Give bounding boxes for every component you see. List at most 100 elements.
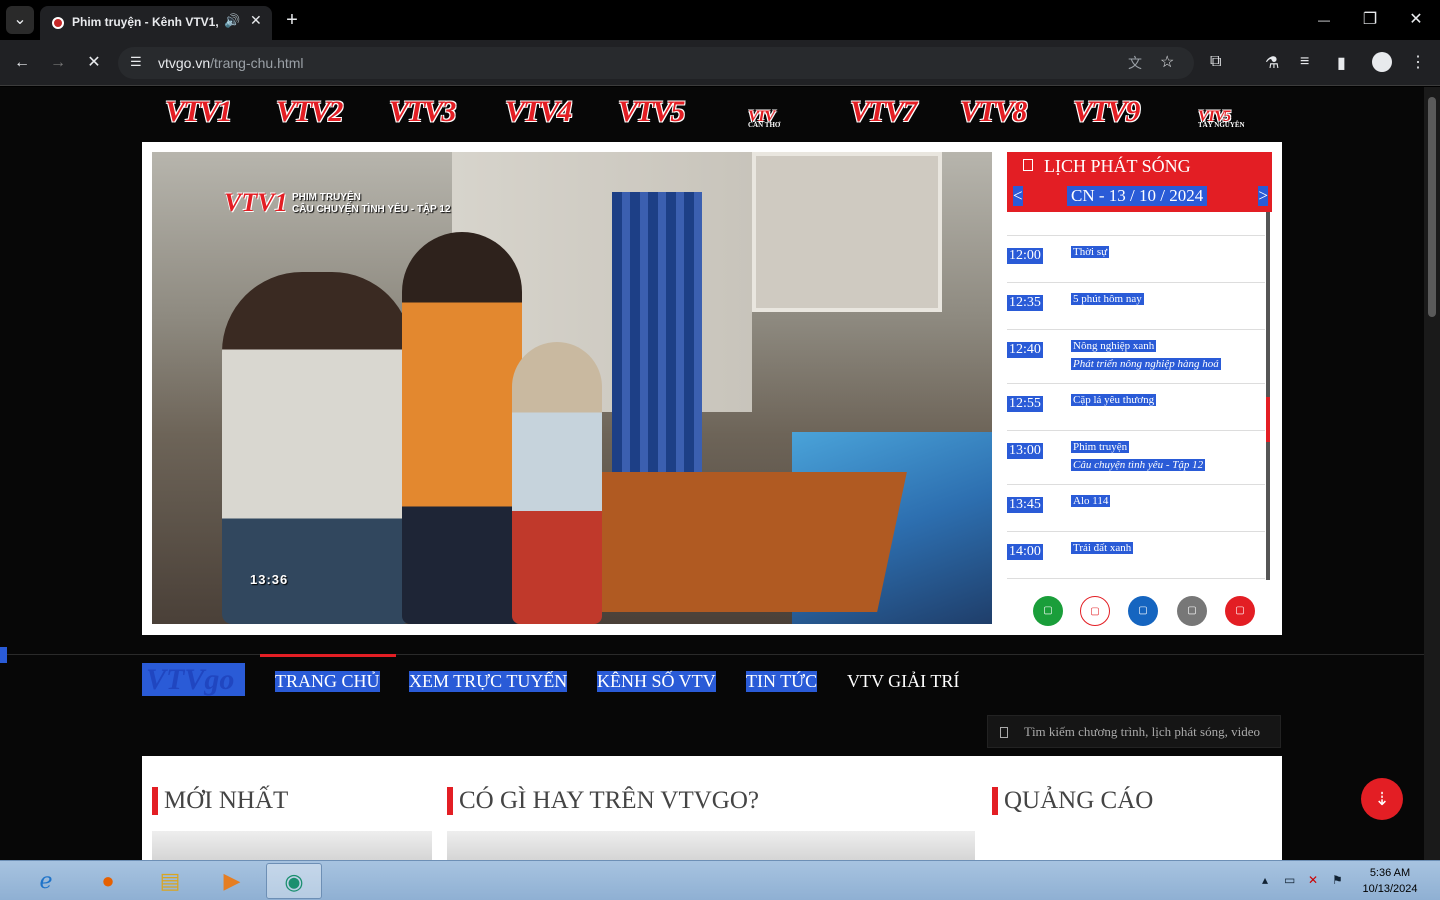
page-scrollbar[interactable]: [1424, 87, 1440, 860]
forward-button[interactable]: →: [44, 49, 72, 77]
nav-item-3[interactable]: KÊNH SỐ VTV: [597, 671, 716, 692]
extensions-icon[interactable]: ⧉: [1210, 53, 1221, 71]
channel-logo-4[interactable]: VTV4: [505, 95, 572, 135]
close-window-button[interactable]: ✕: [1402, 6, 1430, 34]
schedule-time: 12:40: [1007, 342, 1043, 358]
nav-item-4[interactable]: TIN TỨC: [746, 671, 818, 692]
internet-explorer-icon[interactable]: ℯ: [18, 863, 74, 899]
program-description: Phát triển nông nghiệp hàng hoá: [1071, 358, 1221, 370]
channel-logo-6[interactable]: VTV CẦN THƠ: [748, 95, 780, 135]
windows-taskbar: ℯ ● ▤ ▶ ◉ ▴ ▭ ✕ ⚑ 5:36 AM 10/13/2024: [0, 860, 1440, 900]
next-day-button[interactable]: >: [1258, 186, 1268, 206]
nav-item-2[interactable]: XEM TRỰC TUYẾN: [409, 671, 568, 692]
minimize-button[interactable]: —: [1310, 6, 1338, 34]
search-icon: [1000, 727, 1008, 738]
caption-line-1: PHIM TRUYỆN: [292, 192, 361, 203]
schedule-row[interactable]: 12:35 5 phút hôm nay: [1007, 283, 1265, 330]
nav-item-1[interactable]: TRANG CHỦ: [275, 671, 380, 692]
schedule-row[interactable]: 12:00 Thời sự: [1007, 236, 1265, 283]
youtube-icon[interactable]: ▢: [1225, 596, 1255, 626]
content-area: MỚI NHẤT CÓ GÌ HAY TRÊN VTVGO? QUẢNG CÁO: [142, 756, 1282, 860]
tab-title: Phim truyện - Kênh VTV1,: [72, 15, 219, 29]
url-host: vtvgo.vn: [158, 55, 211, 71]
restore-button[interactable]: ❐: [1356, 6, 1384, 34]
section-title-latest: MỚI NHẤT: [152, 787, 288, 815]
url-text[interactable]: vtvgo.vn/trang-chu.html: [158, 55, 304, 71]
prev-day-button[interactable]: <: [1013, 186, 1023, 206]
bookmark-star-icon[interactable]: ☆: [1160, 52, 1174, 72]
mouse-scroll-icon[interactable]: ⇣: [1361, 778, 1403, 820]
search-box[interactable]: Tìm kiếm chương trình, lịch phát sóng, v…: [987, 715, 1281, 748]
channel-logo-3[interactable]: VTV3: [389, 95, 456, 135]
translate-icon[interactable]: 文: [1128, 53, 1142, 73]
featured-thumbnail[interactable]: [447, 831, 975, 860]
chrome-taskbar-icon[interactable]: ◉: [266, 863, 322, 899]
active-nav-indicator: [260, 654, 396, 657]
schedule-row[interactable]: 13:00 Phim truyện Câu chuyện tình yêu - Tậ…: [1007, 431, 1265, 485]
tab-close-icon[interactable]: ✕: [250, 12, 262, 29]
program-name: Thời sự: [1071, 246, 1110, 258]
firefox-icon[interactable]: ●: [80, 863, 136, 899]
profile-avatar-icon[interactable]: [1372, 52, 1392, 72]
video-channel-logo: VTV1: [224, 188, 288, 217]
speaker-icon[interactable]: 🔊: [224, 13, 240, 29]
share-gray-icon[interactable]: ▢: [1177, 596, 1207, 626]
tray-expand-icon[interactable]: ▴: [1262, 873, 1268, 887]
channel-logo-7[interactable]: VTV7: [850, 95, 917, 135]
browser-toolbar: ← → ✕ ☰ vtvgo.vn/trang-chu.html 文 ☆ ⧉ ⚗ …: [0, 40, 1440, 86]
labs-icon[interactable]: ⚗: [1265, 53, 1279, 73]
left-edge-marker: [0, 647, 7, 663]
volume-muted-icon[interactable]: ✕: [1308, 873, 1318, 887]
stop-loading-button[interactable]: ✕: [80, 49, 108, 77]
browser-tab[interactable]: Phim truyện - Kênh VTV1, 🔊 ✕: [40, 6, 272, 40]
side-panel-icon[interactable]: ▮: [1337, 53, 1346, 73]
network-icon[interactable]: ▭: [1284, 873, 1295, 887]
action-center-flag-icon[interactable]: ⚑: [1332, 873, 1343, 887]
schedule-row[interactable]: 13:45 Alo 114: [1007, 485, 1265, 532]
social-share-bar: ▢ ▢ ▢ ▢ ▢: [1007, 596, 1272, 626]
channel-logo-8[interactable]: VTV8: [960, 95, 1027, 135]
schedule-panel: LỊCH PHÁT SÓNG < CN - 13 / 10 / 2024 > 1…: [1007, 152, 1272, 626]
schedule-time: 13:00: [1007, 443, 1043, 459]
media-control-icon[interactable]: ≡: [1300, 53, 1309, 71]
site-settings-icon[interactable]: ☰: [130, 54, 142, 70]
facebook-icon[interactable]: ▢: [1128, 596, 1158, 626]
file-explorer-icon[interactable]: ▤: [142, 863, 198, 899]
program-name: Phim truyện: [1071, 441, 1130, 453]
page-scroll-thumb[interactable]: [1428, 97, 1436, 317]
schedule-scrollbar[interactable]: [1266, 212, 1270, 580]
address-bar[interactable]: ☰ vtvgo.vn/trang-chu.html 文 ☆: [118, 47, 1194, 79]
schedule-row[interactable]: 14:00 Trái đất xanh: [1007, 532, 1265, 579]
back-button[interactable]: ←: [8, 49, 36, 77]
channel-logo-2[interactable]: VTV2: [276, 95, 343, 135]
taskbar-clock[interactable]: 5:36 AM 10/13/2024: [1355, 865, 1425, 897]
channel-name: VTV8: [960, 95, 1027, 128]
schedule-scroll-thumb[interactable]: [1266, 397, 1270, 442]
share-outline-icon[interactable]: ▢: [1080, 596, 1110, 626]
vtvgo-logo[interactable]: VTVgo: [142, 663, 245, 696]
media-player-icon[interactable]: ▶: [204, 863, 260, 899]
schedule-row[interactable]: 12:40 Nông nghiệp xanh Phát triển nông ngh…: [1007, 330, 1265, 384]
channel-logo-9[interactable]: VTV9: [1073, 95, 1140, 135]
tab-list-button[interactable]: ⌄: [6, 6, 34, 34]
channel-logo-5[interactable]: VTV5: [618, 95, 685, 135]
channel-logo-10[interactable]: VTV5 TÂY NGUYÊN: [1198, 95, 1245, 135]
vtv-favicon-icon: [52, 17, 64, 29]
browser-menu-button[interactable]: ⋮: [1404, 49, 1432, 77]
web-page: VTV1 VTV2 VTV3 VTV4 VTV5 VTV CẦN THƠ VTV7 VTV8 VT…: [0, 87, 1424, 860]
nav-item-5[interactable]: VTV GIẢI TRÍ: [847, 671, 959, 692]
latest-thumbnail[interactable]: [152, 831, 432, 860]
schedule-time: 12:55: [1007, 396, 1043, 412]
share-green-icon[interactable]: ▢: [1033, 596, 1063, 626]
schedule-row[interactable]: 12:55 Cặp lá yêu thương: [1007, 384, 1265, 431]
video-player[interactable]: VTV1 PHIM TRUYỆN CÂU CHUYỆN TÌNH YÊU - T…: [152, 152, 992, 624]
clock-date: 10/13/2024: [1362, 883, 1418, 895]
browser-tab-bar: ⌄ Phim truyện - Kênh VTV1, 🔊 ✕ + — ❐ ✕: [0, 0, 1440, 40]
channel-logo-1[interactable]: VTV1: [165, 95, 232, 135]
video-scene-girl: [662, 222, 822, 624]
schedule-time: 12:00: [1007, 248, 1043, 264]
new-tab-button[interactable]: +: [278, 6, 306, 34]
search-input[interactable]: Tìm kiếm chương trình, lịch phát sóng, v…: [1024, 724, 1274, 740]
schedule-header: LỊCH PHÁT SÓNG: [1007, 152, 1272, 182]
schedule-list[interactable]: 12:00 Thời sự 12:35 5 phút hôm nay 12:40 Nông…: [1007, 212, 1265, 580]
